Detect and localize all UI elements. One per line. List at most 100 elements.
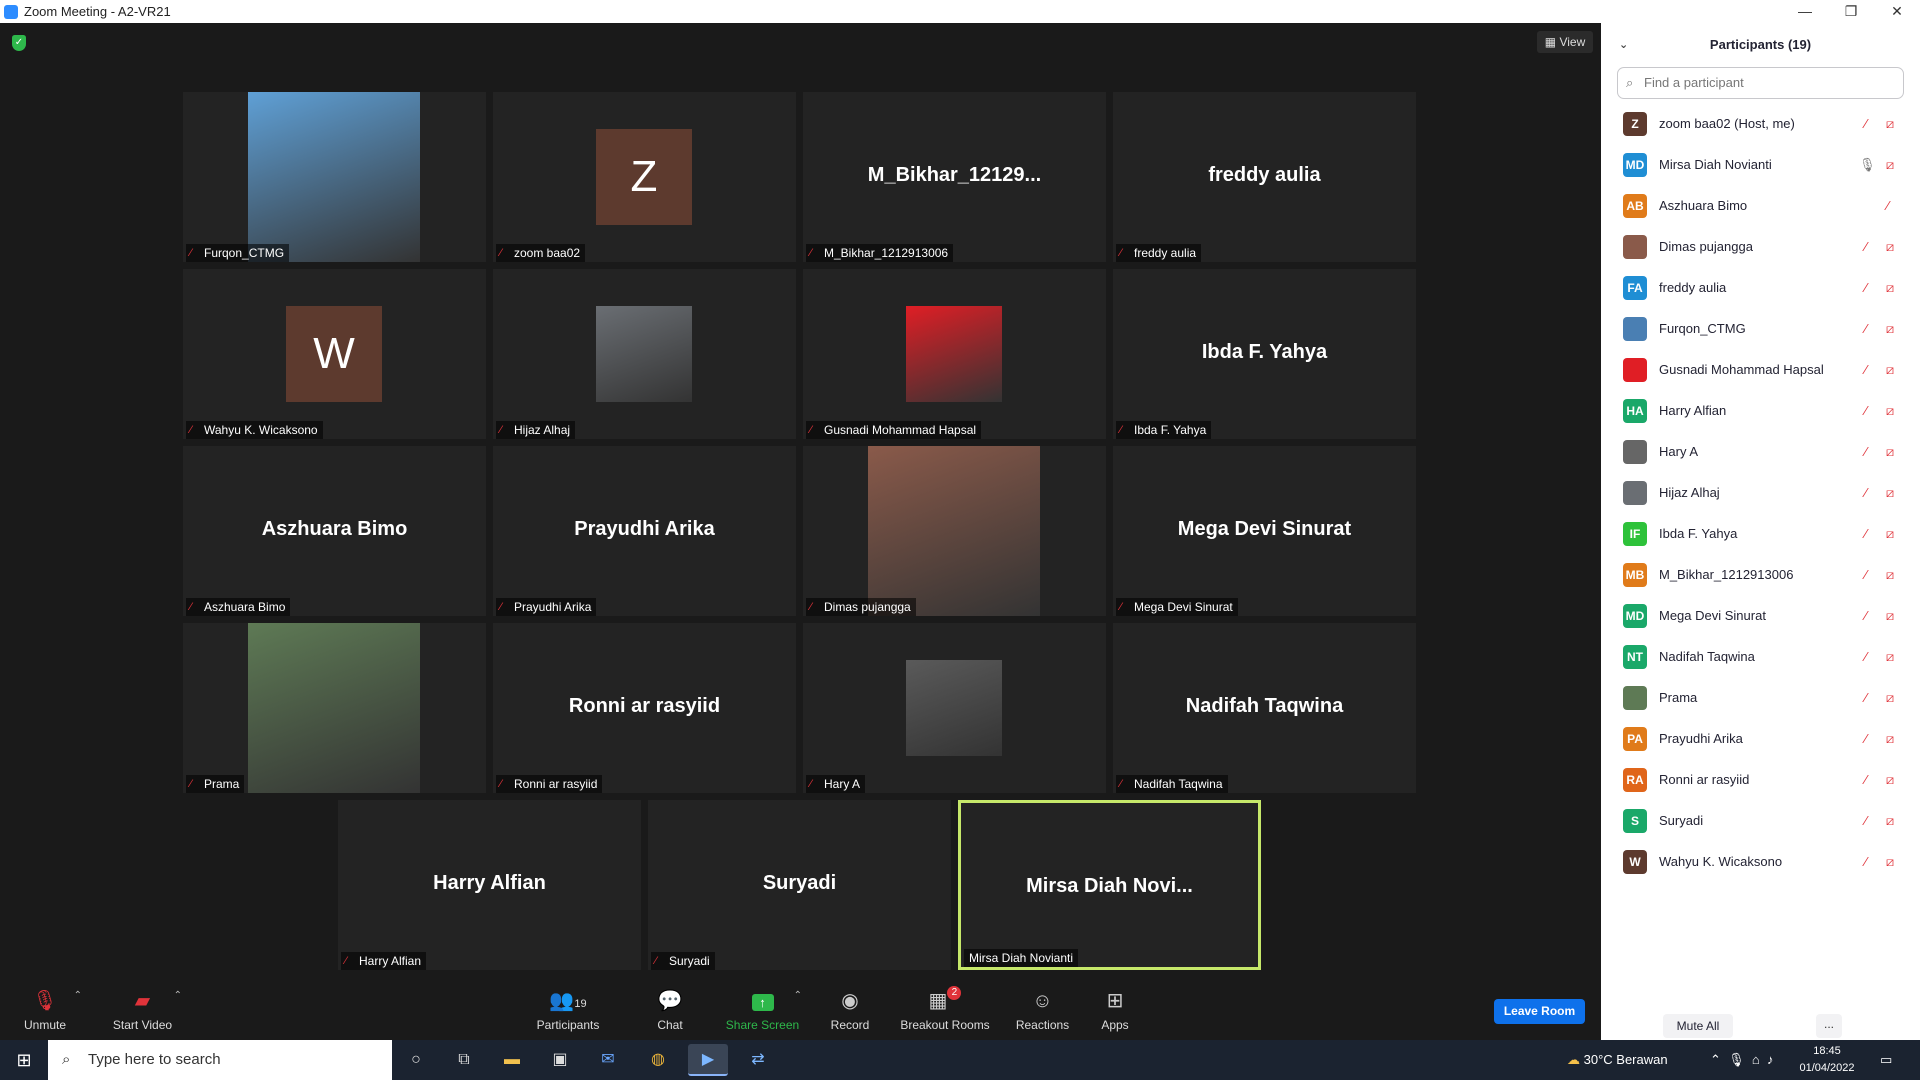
share-options-caret-icon[interactable]: ⌃: [794, 990, 802, 1001]
tray-mic-icon[interactable]: 🎙: [1728, 1052, 1745, 1067]
video-tile[interactable]: Prayudhi Arika ⁄ Prayudhi Arika: [493, 446, 796, 616]
leave-room-button[interactable]: Leave Room: [1494, 999, 1585, 1024]
cortana-icon[interactable]: ○: [396, 1044, 436, 1076]
mic-on-icon[interactable]: 🎙: [1859, 157, 1876, 173]
mic-muted-icon[interactable]: ⁄: [1859, 362, 1873, 378]
microsoft-store-icon[interactable]: ▣: [540, 1044, 580, 1076]
participant-row[interactable]: MD Mega Devi Sinurat ⁄ ⧄: [1601, 595, 1920, 636]
tray-chevron-icon[interactable]: ⌃: [1710, 1052, 1721, 1067]
camera-off-icon[interactable]: ⧄: [1881, 321, 1899, 337]
participant-row[interactable]: HA Harry Alfian ⁄ ⧄: [1601, 390, 1920, 431]
video-tile[interactable]: ⁄ Gusnadi Mohammad Hapsal: [803, 269, 1106, 439]
camera-off-icon[interactable]: ⧄: [1881, 157, 1899, 173]
view-button[interactable]: ▦ View: [1537, 31, 1593, 53]
find-participant-input[interactable]: ⌕ Find a participant: [1617, 67, 1904, 99]
minimize-button[interactable]: —: [1782, 0, 1828, 23]
mic-muted-icon[interactable]: ⁄: [1859, 403, 1873, 419]
breakout-rooms-button[interactable]: ▦ 2 Breakout Rooms: [895, 980, 995, 1040]
video-options-caret-icon[interactable]: ⌃: [174, 990, 182, 1001]
participant-row[interactable]: NT Nadifah Taqwina ⁄ ⧄: [1601, 636, 1920, 677]
camera-off-icon[interactable]: ⧄: [1881, 444, 1899, 460]
chrome-icon[interactable]: ◍: [638, 1044, 678, 1076]
camera-off-icon[interactable]: ⧄: [1881, 649, 1899, 665]
video-tile[interactable]: Mega Devi Sinurat ⁄ Mega Devi Sinurat: [1113, 446, 1416, 616]
participant-row[interactable]: AB Aszhuara Bimo ⁄: [1601, 185, 1920, 226]
mic-muted-icon[interactable]: ⁄: [1859, 280, 1873, 296]
participants-button[interactable]: 👥19 Participants: [522, 980, 614, 1040]
camera-off-icon[interactable]: ⧄: [1881, 690, 1899, 706]
participant-row[interactable]: RA Ronni ar rasyiid ⁄ ⧄: [1601, 759, 1920, 800]
camera-off-icon[interactable]: ⧄: [1881, 116, 1899, 132]
video-tile[interactable]: Ibda F. Yahya ⁄ Ibda F. Yahya: [1113, 269, 1416, 439]
start-video-button[interactable]: ▰ Start Video ⌃: [95, 980, 190, 1040]
mic-muted-icon[interactable]: ⁄: [1859, 526, 1873, 542]
mic-muted-icon[interactable]: ⁄: [1859, 444, 1873, 460]
video-tile[interactable]: ⁄ Furqon_CTMG: [183, 92, 486, 262]
camera-off-icon[interactable]: ⧄: [1881, 280, 1899, 296]
mic-muted-icon[interactable]: ⁄: [1859, 813, 1873, 829]
camera-off-icon[interactable]: ⧄: [1881, 772, 1899, 788]
video-tile[interactable]: Nadifah Taqwina ⁄ Nadifah Taqwina: [1113, 623, 1416, 793]
video-tile[interactable]: ⁄ Hijaz Alhaj: [493, 269, 796, 439]
participant-row[interactable]: IF Ibda F. Yahya ⁄ ⧄: [1601, 513, 1920, 554]
video-tile[interactable]: ⁄ Prama: [183, 623, 486, 793]
mute-all-button[interactable]: Mute All: [1663, 1014, 1733, 1038]
participant-row[interactable]: Prama ⁄ ⧄: [1601, 677, 1920, 718]
mic-muted-icon[interactable]: ⁄: [1859, 116, 1873, 132]
record-button[interactable]: ◉ Record: [810, 980, 890, 1040]
participant-row[interactable]: PA Prayudhi Arika ⁄ ⧄: [1601, 718, 1920, 759]
mic-muted-icon[interactable]: ⁄: [1859, 239, 1873, 255]
mic-muted-icon[interactable]: ⁄: [1859, 854, 1873, 870]
camera-off-icon[interactable]: ⧄: [1881, 485, 1899, 501]
participant-row[interactable]: W Wahyu K. Wicaksono ⁄ ⧄: [1601, 841, 1920, 882]
zoom-taskbar-icon[interactable]: ▶: [688, 1044, 728, 1076]
mic-muted-icon[interactable]: ⁄: [1859, 649, 1873, 665]
weather-widget[interactable]: ☁ 30°C Berawan: [1567, 1040, 1668, 1080]
camera-off-icon[interactable]: ⧄: [1881, 731, 1899, 747]
video-tile[interactable]: M_Bikhar_12129... ⁄ M_Bikhar_1212913006: [803, 92, 1106, 262]
camera-off-icon[interactable]: ⧄: [1881, 608, 1899, 624]
mic-muted-icon[interactable]: ⁄: [1859, 485, 1873, 501]
video-tile[interactable]: freddy aulia ⁄ freddy aulia: [1113, 92, 1416, 262]
participant-row[interactable]: Zzoom baa02 (Host, me) ⁄ ⧄: [1601, 103, 1920, 144]
mic-muted-icon[interactable]: ⁄: [1859, 690, 1873, 706]
task-view-icon[interactable]: ⧉: [444, 1044, 484, 1076]
mic-muted-icon[interactable]: ⁄: [1859, 772, 1873, 788]
participant-row[interactable]: MB M_Bikhar_1212913006 ⁄ ⧄: [1601, 554, 1920, 595]
more-options-button[interactable]: ...: [1816, 1014, 1842, 1038]
teamviewer-icon[interactable]: ⇄: [738, 1044, 778, 1076]
participant-row[interactable]: S Suryadi ⁄ ⧄: [1601, 800, 1920, 841]
mic-muted-icon[interactable]: ⁄: [1859, 321, 1873, 337]
participant-row[interactable]: Furqon_CTMG ⁄ ⧄: [1601, 308, 1920, 349]
camera-off-icon[interactable]: ⧄: [1881, 362, 1899, 378]
participant-row[interactable]: Gusnadi Mohammad Hapsal ⁄ ⧄: [1601, 349, 1920, 390]
video-tile[interactable]: W ⁄ Wahyu K. Wicaksono: [183, 269, 486, 439]
share-screen-button[interactable]: ↑ Share Screen ⌃: [715, 980, 810, 1040]
windows-start-icon[interactable]: ⊞: [0, 1040, 48, 1080]
participant-row[interactable]: Hary A ⁄ ⧄: [1601, 431, 1920, 472]
video-tile[interactable]: Aszhuara Bimo ⁄ Aszhuara Bimo: [183, 446, 486, 616]
video-tile[interactable]: ⁄ Dimas pujangga: [803, 446, 1106, 616]
reactions-button[interactable]: ☺ Reactions: [1000, 980, 1085, 1040]
close-button[interactable]: ✕: [1874, 0, 1920, 23]
audio-options-caret-icon[interactable]: ⌃: [74, 990, 82, 1001]
camera-off-icon[interactable]: ⧄: [1881, 239, 1899, 255]
mic-muted-icon[interactable]: ⁄: [1881, 198, 1895, 214]
chat-button[interactable]: 💬 Chat: [630, 980, 710, 1040]
camera-off-icon[interactable]: ⧄: [1881, 403, 1899, 419]
video-tile[interactable]: ⁄ Hary A: [803, 623, 1106, 793]
maximize-button[interactable]: ❐: [1828, 0, 1874, 23]
apps-button[interactable]: ⊞ Apps: [1085, 980, 1145, 1040]
file-explorer-icon[interactable]: ▬: [492, 1044, 532, 1076]
camera-off-icon[interactable]: ⧄: [1881, 567, 1899, 583]
video-tile[interactable]: Suryadi ⁄ Suryadi: [648, 800, 951, 970]
collapse-chevron-icon[interactable]: ⌄: [1619, 23, 1628, 67]
notifications-icon[interactable]: ▭: [1880, 1040, 1892, 1080]
mic-muted-icon[interactable]: ⁄: [1859, 567, 1873, 583]
camera-off-icon[interactable]: ⧄: [1881, 813, 1899, 829]
unmute-button[interactable]: 🎙 Unmute ⌃: [0, 980, 90, 1040]
mic-muted-icon[interactable]: ⁄: [1859, 608, 1873, 624]
video-tile[interactable]: Harry Alfian ⁄ Harry Alfian: [338, 800, 641, 970]
participant-row[interactable]: Dimas pujangga ⁄ ⧄: [1601, 226, 1920, 267]
network-icon[interactable]: ⌂: [1752, 1052, 1760, 1067]
